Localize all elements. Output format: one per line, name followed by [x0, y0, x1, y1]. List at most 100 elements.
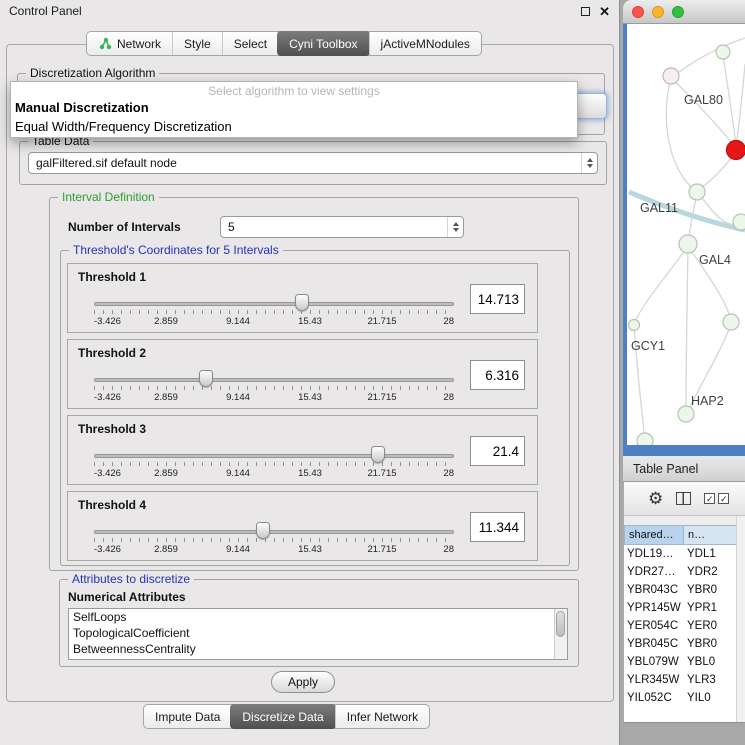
dropdown-option-manual[interactable]: Manual Discretization: [11, 99, 577, 118]
tab-cyni-toolbox[interactable]: Cyni Toolbox: [277, 31, 369, 56]
interval-definition-title: Interval Definition: [58, 190, 159, 204]
table-row[interactable]: YBR045CYBR0: [624, 635, 745, 653]
network-node[interactable]: [723, 314, 739, 330]
dropdown-placeholder: Select algorithm to view settings: [11, 82, 577, 99]
attributes-group-title: Attributes to discretize: [68, 572, 194, 586]
number-of-intervals-combo[interactable]: 5: [220, 216, 464, 238]
threshold-2-value-field[interactable]: 6.316: [470, 360, 525, 390]
network-window-titlebar[interactable]: [623, 0, 745, 24]
threshold-1-slider[interactable]: -3.426 2.859 9.144 15.43 21.715 28: [94, 292, 454, 330]
attributes-list[interactable]: SelfLoops TopologicalCoefficient Between…: [68, 608, 568, 660]
slider-thumb[interactable]: [199, 370, 213, 387]
network-edge[interactable]: [736, 64, 745, 148]
node-gal80[interactable]: [663, 68, 679, 84]
network-node[interactable]: [637, 433, 653, 445]
close-icon[interactable]: ✕: [599, 5, 610, 18]
control-panel: Control Panel ✕ Network Style Select Cyn…: [0, 0, 620, 745]
float-window-icon[interactable]: [581, 7, 590, 16]
dropdown-option-equal-width[interactable]: Equal Width/Frequency Discretization: [11, 118, 577, 137]
list-scrollbar[interactable]: [554, 609, 567, 659]
node-label: GCY1: [631, 339, 665, 353]
slider-track[interactable]: [94, 530, 454, 534]
tab-select[interactable]: Select: [222, 32, 278, 55]
checkbox-icon[interactable]: ✓: [704, 493, 715, 504]
tab-network[interactable]: Network: [87, 32, 172, 55]
threshold-1-panel: Threshold 1 -3.426 2.859 9.144 15.43 21.…: [67, 263, 538, 333]
cell[interactable]: YIL052C: [624, 689, 684, 707]
table-data-combo[interactable]: galFiltered.sif default node: [28, 152, 598, 174]
zoom-traffic-light-icon[interactable]: [672, 6, 684, 18]
slider-track[interactable]: [94, 378, 454, 382]
threshold-1-value-field[interactable]: 14.713: [470, 284, 525, 314]
interval-definition-group: Interval Definition Number of Intervals …: [49, 197, 579, 571]
close-traffic-light-icon[interactable]: [632, 6, 644, 18]
checkbox-icon[interactable]: ✓: [718, 493, 729, 504]
network-edge[interactable]: [671, 78, 736, 148]
threshold-2-slider[interactable]: -3.426 2.859 9.144 15.43 21.715 28: [94, 368, 454, 406]
gear-icon[interactable]: ⚙: [648, 490, 663, 507]
column-header-shared-name[interactable]: shared…: [624, 525, 684, 545]
number-of-intervals-value: 5: [228, 220, 235, 234]
node-gcy1[interactable]: [629, 320, 640, 331]
threshold-4-value-field[interactable]: 11.344: [470, 512, 525, 542]
panel-title: Control Panel: [9, 4, 82, 18]
cell[interactable]: YBR043C: [624, 581, 684, 599]
network-edge[interactable]: [723, 54, 736, 146]
node-gal11[interactable]: [689, 184, 705, 200]
scale-label: 9.144: [226, 392, 250, 403]
cell[interactable]: YBL079W: [624, 653, 684, 671]
slider-thumb[interactable]: [295, 294, 309, 311]
tab-discretize-data[interactable]: Discretize Data: [230, 704, 335, 729]
list-item[interactable]: BetweennessCentrality: [69, 641, 567, 657]
scrollbar-thumb[interactable]: [556, 611, 565, 637]
scale-label: 15.43: [298, 468, 322, 479]
node-selected-red[interactable]: [727, 141, 745, 160]
table-row[interactable]: YLR345WYLR3: [624, 671, 745, 689]
slider-track[interactable]: [94, 454, 454, 458]
checkbox-filters: ✓ ✓: [704, 493, 729, 504]
network-node[interactable]: [716, 45, 730, 59]
scale-label: 15.43: [298, 316, 322, 327]
apply-button[interactable]: Apply: [271, 671, 335, 693]
slider-scale: -3.426 2.859 9.144 15.43 21.715 28: [94, 316, 454, 327]
table-row[interactable]: YBL079WYBL0: [624, 653, 745, 671]
minimize-traffic-light-icon[interactable]: [652, 6, 664, 18]
combo-stepper-icon[interactable]: [447, 217, 463, 237]
list-item[interactable]: TopologicalCoefficient: [69, 625, 567, 641]
node-gal4[interactable]: [679, 235, 697, 253]
cell[interactable]: YBR045C: [624, 635, 684, 653]
network-edge[interactable]: [671, 38, 745, 78]
tab-jactivemnodules[interactable]: jActiveMNodules: [369, 32, 481, 55]
slider-thumb[interactable]: [256, 522, 270, 539]
cell[interactable]: YER054C: [624, 617, 684, 635]
tab-impute-data[interactable]: Impute Data: [144, 705, 231, 728]
table-row[interactable]: YDL19…YDL1: [624, 545, 745, 563]
node-hap2[interactable]: [678, 406, 694, 422]
node-label: GAL11: [640, 201, 678, 215]
columns-icon[interactable]: [676, 492, 691, 505]
cell[interactable]: YDL19…: [624, 545, 684, 563]
network-edge[interactable]: [686, 246, 688, 412]
tab-infer-network[interactable]: Infer Network: [335, 705, 429, 728]
table-row[interactable]: YIL052CYIL0: [624, 689, 745, 707]
network-node[interactable]: [733, 214, 745, 230]
slider-thumb[interactable]: [371, 446, 385, 463]
tab-style[interactable]: Style: [172, 32, 222, 55]
table-row[interactable]: YBR043CYBR0: [624, 581, 745, 599]
list-item[interactable]: SelfLoops: [69, 609, 567, 625]
table-row[interactable]: YPR145WYPR1: [624, 599, 745, 617]
network-edge[interactable]: [634, 246, 688, 324]
table-scrollbar[interactable]: [736, 516, 745, 722]
threshold-3-slider[interactable]: -3.426 2.859 9.144 15.43 21.715 28: [94, 444, 454, 482]
threshold-3-value-field[interactable]: 21.4: [470, 436, 525, 466]
combo-stepper-icon[interactable]: [581, 153, 597, 173]
cell[interactable]: YDR27…: [624, 563, 684, 581]
cell[interactable]: YPR145W: [624, 599, 684, 617]
table-row[interactable]: YDR27…YDR2: [624, 563, 745, 581]
table-row[interactable]: YER054CYER0: [624, 617, 745, 635]
slider-track[interactable]: [94, 302, 454, 306]
algorithm-group-title: Discretization Algorithm: [26, 66, 159, 80]
cell[interactable]: YLR345W: [624, 671, 684, 689]
network-canvas[interactable]: GAL80 GAL11 GAL4 GCY1 HAP2: [627, 24, 745, 445]
threshold-4-slider[interactable]: -3.426 2.859 9.144 15.43 21.715 28: [94, 520, 454, 558]
